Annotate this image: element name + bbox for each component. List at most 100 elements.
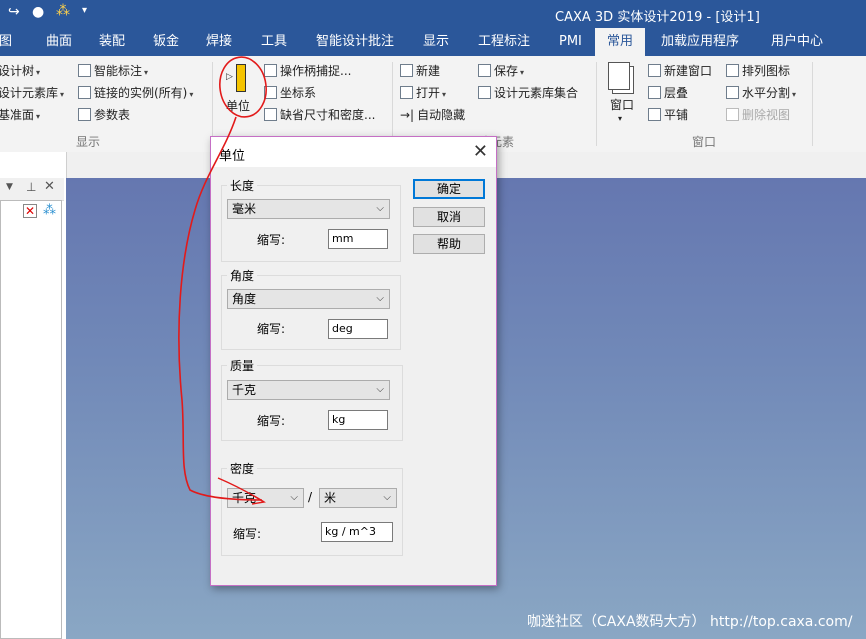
ribbon-tabs: 草图 曲面 装配 钣金 焊接 工具 智能设计批注 显示 工程标注 PMI 常用 … [0, 28, 866, 56]
help-button[interactable]: 帮助 [413, 234, 485, 254]
tab-welding[interactable]: 焊接 [206, 28, 232, 56]
chevron-down-icon: ⌵ [383, 492, 391, 503]
quick-access-dropdown-icon[interactable]: ▾ [82, 5, 87, 16]
density-mass-select[interactable]: 千克 ⌵ [227, 488, 304, 508]
delete-red-x-icon[interactable]: ✕ [23, 204, 37, 218]
delete-view-icon [726, 108, 739, 121]
tab-sketch[interactable]: 草图 [0, 28, 12, 56]
teapot-icon[interactable]: ● [32, 4, 44, 20]
new-icon [400, 64, 413, 77]
dropdown-arrow-icon: ▾ [442, 90, 447, 99]
tab-load-apps[interactable]: 加载应用程序 [661, 28, 739, 56]
new-element-button[interactable]: 新建 [400, 62, 440, 80]
mass-abbr-field[interactable]: kg [328, 410, 388, 430]
chevron-down-icon: ⌵ [290, 492, 298, 503]
tab-user-center[interactable]: 用户中心 [771, 28, 823, 56]
dropdown-arrow-icon: ▾ [618, 114, 623, 123]
panel-menu-arrow-icon[interactable]: ▼ [6, 182, 13, 192]
tab-sheet-metal[interactable]: 钣金 [153, 28, 179, 56]
tab-engineering-annotation[interactable]: 工程标注 [478, 28, 530, 56]
ribbon-separator [212, 62, 213, 146]
length-unit-select[interactable]: 毫米 ⌵ [227, 199, 390, 219]
angle-unit-select[interactable]: 角度 ⌵ [227, 289, 390, 309]
group-label-display: 显示 [76, 135, 101, 149]
open-element-button[interactable]: 打开 ▾ [400, 84, 446, 104]
cancel-button[interactable]: 取消 [413, 207, 485, 227]
datum-plane-toggle[interactable]: 基准面 ▾ [0, 106, 40, 126]
smart-snap-icon[interactable]: ⁂ [56, 3, 70, 19]
density-separator: / [308, 490, 313, 504]
size-icon [264, 108, 277, 121]
design-library-collection-button[interactable]: 设计元素库集合 [478, 84, 578, 102]
delete-view-button[interactable]: 删除视图 [726, 106, 790, 124]
arrange-icons-button[interactable]: 排列图标 [726, 62, 790, 80]
auto-hide-button[interactable]: →| 自动隐藏 [400, 106, 465, 124]
window-button[interactable]: 窗口 ▾ [604, 60, 640, 126]
tab-common[interactable]: 常用 [595, 28, 645, 56]
library-collection-icon [478, 86, 491, 99]
window-title: CAXA 3D 实体设计2019 - [设计1] [555, 10, 760, 25]
parameter-table-button[interactable]: 参数表 [78, 106, 130, 124]
smart-snap-icon[interactable]: ⁂ [43, 203, 56, 218]
pointer-icon: ▷ [226, 72, 233, 82]
dropdown-arrow-icon: ▾ [60, 90, 65, 99]
close-icon[interactable]: ✕ [473, 141, 488, 162]
title-bar: ↪ ● ⁂ ▾ CAXA 3D 实体设计2019 - [设计1] [0, 0, 866, 28]
redo-icon[interactable]: ↪ [8, 4, 20, 20]
tab-smart-annotation[interactable]: 智能设计批注 [316, 28, 394, 56]
length-abbr-field[interactable]: mm [328, 229, 388, 249]
dropdown-arrow-icon: ▾ [144, 68, 149, 77]
angle-group-label: 角度 [227, 267, 258, 284]
mass-group-label: 质量 [227, 357, 258, 374]
panel-header: ▼ ⊥ ✕ [0, 178, 64, 201]
design-tree-list[interactable]: ✕ ⁂ [0, 200, 62, 639]
auto-hide-icon: →| [400, 108, 415, 122]
length-abbr-label: 缩写: [257, 233, 286, 247]
cascade-button[interactable]: 层叠 [648, 84, 688, 102]
table-icon [78, 108, 91, 121]
ruler-icon [236, 64, 246, 92]
unit-button[interactable]: ▷ 单位 [222, 60, 256, 114]
angle-abbr-field[interactable]: deg [328, 319, 388, 339]
coordinate-system-button[interactable]: 坐标系 [264, 84, 316, 102]
split-horizontal-button[interactable]: 水平分割 ▾ [726, 84, 796, 104]
tab-assembly[interactable]: 装配 [99, 28, 125, 56]
arrange-icons-icon [726, 64, 739, 77]
units-dialog: 单位 ✕ 长度 毫米 ⌵ 缩写: mm 角度 角度 ⌵ 缩写: deg 质量 千克 ⌵… [210, 136, 497, 586]
chevron-down-icon: ⌵ [376, 203, 384, 214]
dropdown-arrow-icon: ▾ [520, 68, 525, 77]
new-window-button[interactable]: 新建窗口 [648, 62, 712, 80]
watermark: 咖迷社区（CAXA数码大方） http://top.caxa.com/ [527, 614, 853, 630]
mass-unit-select[interactable]: 千克 ⌵ [227, 380, 390, 400]
ok-button[interactable]: 确定 [413, 179, 485, 199]
dropdown-arrow-icon: ▾ [792, 90, 797, 99]
linked-instances-button[interactable]: 链接的实例(所有) ▾ [78, 84, 193, 104]
tab-tools[interactable]: 工具 [261, 28, 287, 56]
ribbon-separator [392, 62, 393, 146]
handle-snap-button[interactable]: 操作柄捕捉... [264, 62, 351, 80]
design-library-toggle[interactable]: 设计元素库 ▾ [0, 84, 64, 104]
density-abbr-label: 缩写: [233, 527, 262, 541]
smart-annotation-button[interactable]: 智能标注 ▾ [78, 62, 148, 82]
tile-icon [648, 108, 661, 121]
panel-close-icon[interactable]: ✕ [44, 179, 55, 194]
dialog-title-bar: 单位 ✕ [211, 137, 496, 167]
link-icon [78, 86, 91, 99]
pin-icon[interactable]: ⊥ [26, 180, 36, 194]
tab-pmi[interactable]: PMI [559, 28, 582, 56]
group-label-window: 窗口 [692, 135, 717, 149]
mass-abbr-label: 缩写: [257, 414, 286, 428]
design-tree-toggle[interactable]: 设计树 ▾ [0, 62, 40, 82]
window-stack-icon-back [608, 62, 630, 90]
density-abbr-field[interactable]: kg / m^3 [321, 522, 393, 542]
tile-button[interactable]: 平铺 [648, 106, 688, 124]
tab-display[interactable]: 显示 [423, 28, 449, 56]
default-size-density-button[interactable]: 缺省尺寸和密度... [264, 106, 375, 124]
tab-surface[interactable]: 曲面 [46, 28, 72, 56]
density-volume-select[interactable]: 米 ⌵ [319, 488, 397, 508]
density-group [221, 468, 403, 556]
dropdown-arrow-icon: ▾ [36, 68, 41, 77]
angle-abbr-label: 缩写: [257, 322, 286, 336]
new-window-icon [648, 64, 661, 77]
save-element-button[interactable]: 保存 ▾ [478, 62, 524, 82]
